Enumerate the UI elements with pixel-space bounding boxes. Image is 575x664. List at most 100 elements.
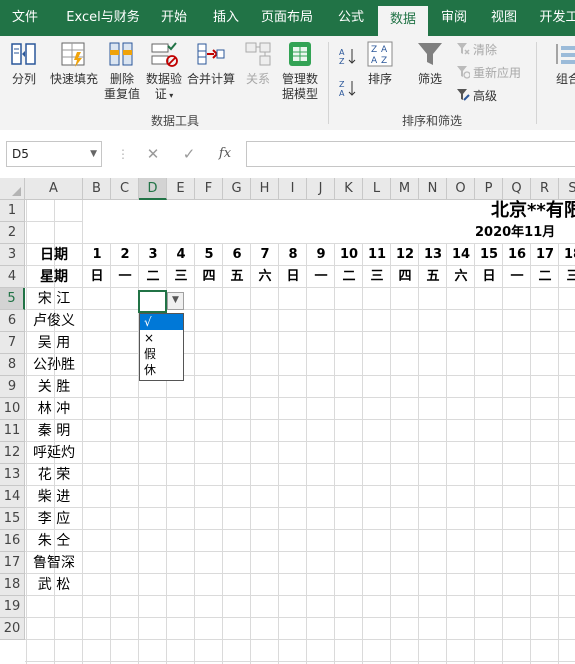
- employee-name-cell: 公孙胜: [33, 357, 75, 373]
- employee-name-cell: 卢俊义: [33, 313, 75, 329]
- dropdown-option[interactable]: √: [140, 314, 183, 330]
- date-cell: 7: [260, 247, 270, 262]
- dropdown-option[interactable]: 假: [140, 346, 183, 362]
- row-header-19[interactable]: 19: [0, 596, 25, 618]
- column-header-d[interactable]: D: [139, 178, 167, 200]
- remove-duplicates-button[interactable]: 删除 重复值: [102, 40, 142, 102]
- select-all-button[interactable]: [0, 178, 25, 200]
- column-header-s[interactable]: S: [559, 178, 575, 200]
- column-header-e[interactable]: E: [167, 178, 195, 200]
- sort-descending-icon: Z A: [339, 80, 356, 98]
- tab-home[interactable]: 开始: [152, 0, 196, 36]
- ribbon: 分列 快速填充 删除 重复值 数据验 证 ▾ 合并计算 关系 管理数 据模型 数…: [0, 36, 575, 131]
- tab-excel-finance[interactable]: Excel与财务: [58, 0, 148, 36]
- tab-page-layout[interactable]: 页面布局: [254, 0, 320, 36]
- row-header-15[interactable]: 15: [0, 508, 25, 530]
- row-header-1[interactable]: 1: [0, 200, 25, 222]
- relationships-button[interactable]: 关系: [240, 40, 276, 87]
- column-header-k[interactable]: K: [335, 178, 363, 200]
- column-header-i[interactable]: I: [279, 178, 307, 200]
- reapply-filter-button[interactable]: 重新应用: [456, 65, 521, 81]
- group-button[interactable]: 组合: [548, 40, 575, 87]
- tab-data[interactable]: 数据: [378, 6, 428, 36]
- row-header-9[interactable]: 9: [0, 376, 25, 398]
- consolidate-button[interactable]: 合并计算: [186, 40, 236, 87]
- column-header-a[interactable]: A: [25, 178, 83, 200]
- advanced-filter-button[interactable]: 高级: [456, 88, 497, 104]
- flash-fill-button[interactable]: 快速填充: [48, 40, 100, 87]
- sort-ascending-button[interactable]: A Z: [338, 46, 360, 66]
- svg-text:A: A: [339, 48, 345, 57]
- date-cell: 18: [563, 247, 575, 262]
- column-header-n[interactable]: N: [419, 178, 447, 200]
- data-validation-button[interactable]: 数据验 证 ▾: [144, 40, 184, 103]
- weekday-cell: 一: [118, 269, 132, 284]
- column-header-p[interactable]: P: [475, 178, 503, 200]
- dropdown-option[interactable]: ×: [140, 330, 183, 346]
- weekday-cell: 六: [454, 269, 468, 284]
- row-header-2[interactable]: 2: [0, 222, 25, 244]
- formula-input[interactable]: [246, 141, 575, 167]
- row-header-16[interactable]: 16: [0, 530, 25, 552]
- row-header-10[interactable]: 10: [0, 398, 25, 420]
- row-header-4[interactable]: 4: [0, 266, 25, 288]
- insert-function-icon[interactable]: fx: [214, 143, 236, 165]
- reapply-filter-icon: [456, 65, 471, 79]
- tab-file[interactable]: 文件: [0, 0, 50, 36]
- clear-filter-button[interactable]: 清除: [456, 42, 497, 58]
- consolidate-icon: [197, 43, 225, 65]
- row-header-18[interactable]: 18: [0, 574, 25, 596]
- weekday-cell: 日: [286, 269, 300, 284]
- weekday-cell: 二: [342, 269, 356, 284]
- column-header-m[interactable]: M: [391, 178, 419, 200]
- row-header-6[interactable]: 6: [0, 310, 25, 332]
- row-header-14[interactable]: 14: [0, 486, 25, 508]
- validation-dropdown-button[interactable]: ▼: [167, 292, 184, 310]
- weekday-cell: 六: [258, 269, 272, 284]
- sort-button[interactable]: Z A A Z 排序: [362, 40, 398, 87]
- column-header-l[interactable]: L: [363, 178, 391, 200]
- enter-icon[interactable]: ✓: [178, 143, 200, 165]
- dropdown-option[interactable]: 休: [140, 362, 183, 378]
- cancel-icon[interactable]: ✕: [142, 143, 164, 165]
- tab-review[interactable]: 审阅: [432, 0, 476, 36]
- column-header-j[interactable]: J: [307, 178, 335, 200]
- column-header-o[interactable]: O: [447, 178, 475, 200]
- column-header-b[interactable]: B: [83, 178, 111, 200]
- weekday-cell: 三: [370, 269, 384, 284]
- row-header-11[interactable]: 11: [0, 420, 25, 442]
- chevron-down-icon: ▼: [90, 149, 97, 159]
- column-header-f[interactable]: F: [195, 178, 223, 200]
- row-header-17[interactable]: 17: [0, 552, 25, 574]
- tab-view[interactable]: 视图: [482, 0, 526, 36]
- tab-insert[interactable]: 插入: [204, 0, 248, 36]
- row-header-8[interactable]: 8: [0, 354, 25, 376]
- active-cell-d5[interactable]: [138, 290, 167, 313]
- column-header-q[interactable]: Q: [503, 178, 531, 200]
- manage-data-model-button[interactable]: 管理数 据模型: [278, 40, 322, 102]
- row-header-3[interactable]: 3: [0, 244, 25, 266]
- svg-text:Z: Z: [339, 80, 345, 89]
- tab-developer[interactable]: 开发工: [534, 0, 575, 36]
- date-cell: 8: [288, 247, 298, 262]
- weekday-cell: 一: [314, 269, 328, 284]
- worksheet-grid[interactable]: ABCDEFGHIJKLMNOPQRS 1 2 3 4 5 6 7 8 9 10 11 12 13 14 1…: [0, 178, 575, 664]
- column-header-r[interactable]: R: [531, 178, 559, 200]
- row-header-12[interactable]: 12: [0, 442, 25, 464]
- text-to-columns-button[interactable]: 分列: [6, 40, 42, 87]
- row-header-13[interactable]: 13: [0, 464, 25, 486]
- group-separator: [328, 42, 329, 124]
- column-header-h[interactable]: H: [251, 178, 279, 200]
- filter-button[interactable]: 筛选: [412, 40, 448, 87]
- employee-name-cell: 宋 江: [37, 291, 71, 307]
- row-header-20[interactable]: 20: [0, 618, 25, 640]
- date-cell: 6: [232, 247, 242, 262]
- group-icon: [556, 44, 575, 64]
- column-header-g[interactable]: G: [223, 178, 251, 200]
- row-header-7[interactable]: 7: [0, 332, 25, 354]
- tab-formulas[interactable]: 公式: [328, 0, 374, 36]
- column-header-c[interactable]: C: [111, 178, 139, 200]
- sort-descending-button[interactable]: Z A: [338, 78, 360, 98]
- name-box[interactable]: D5 ▼: [6, 141, 102, 167]
- row-header-5[interactable]: 5: [0, 288, 25, 310]
